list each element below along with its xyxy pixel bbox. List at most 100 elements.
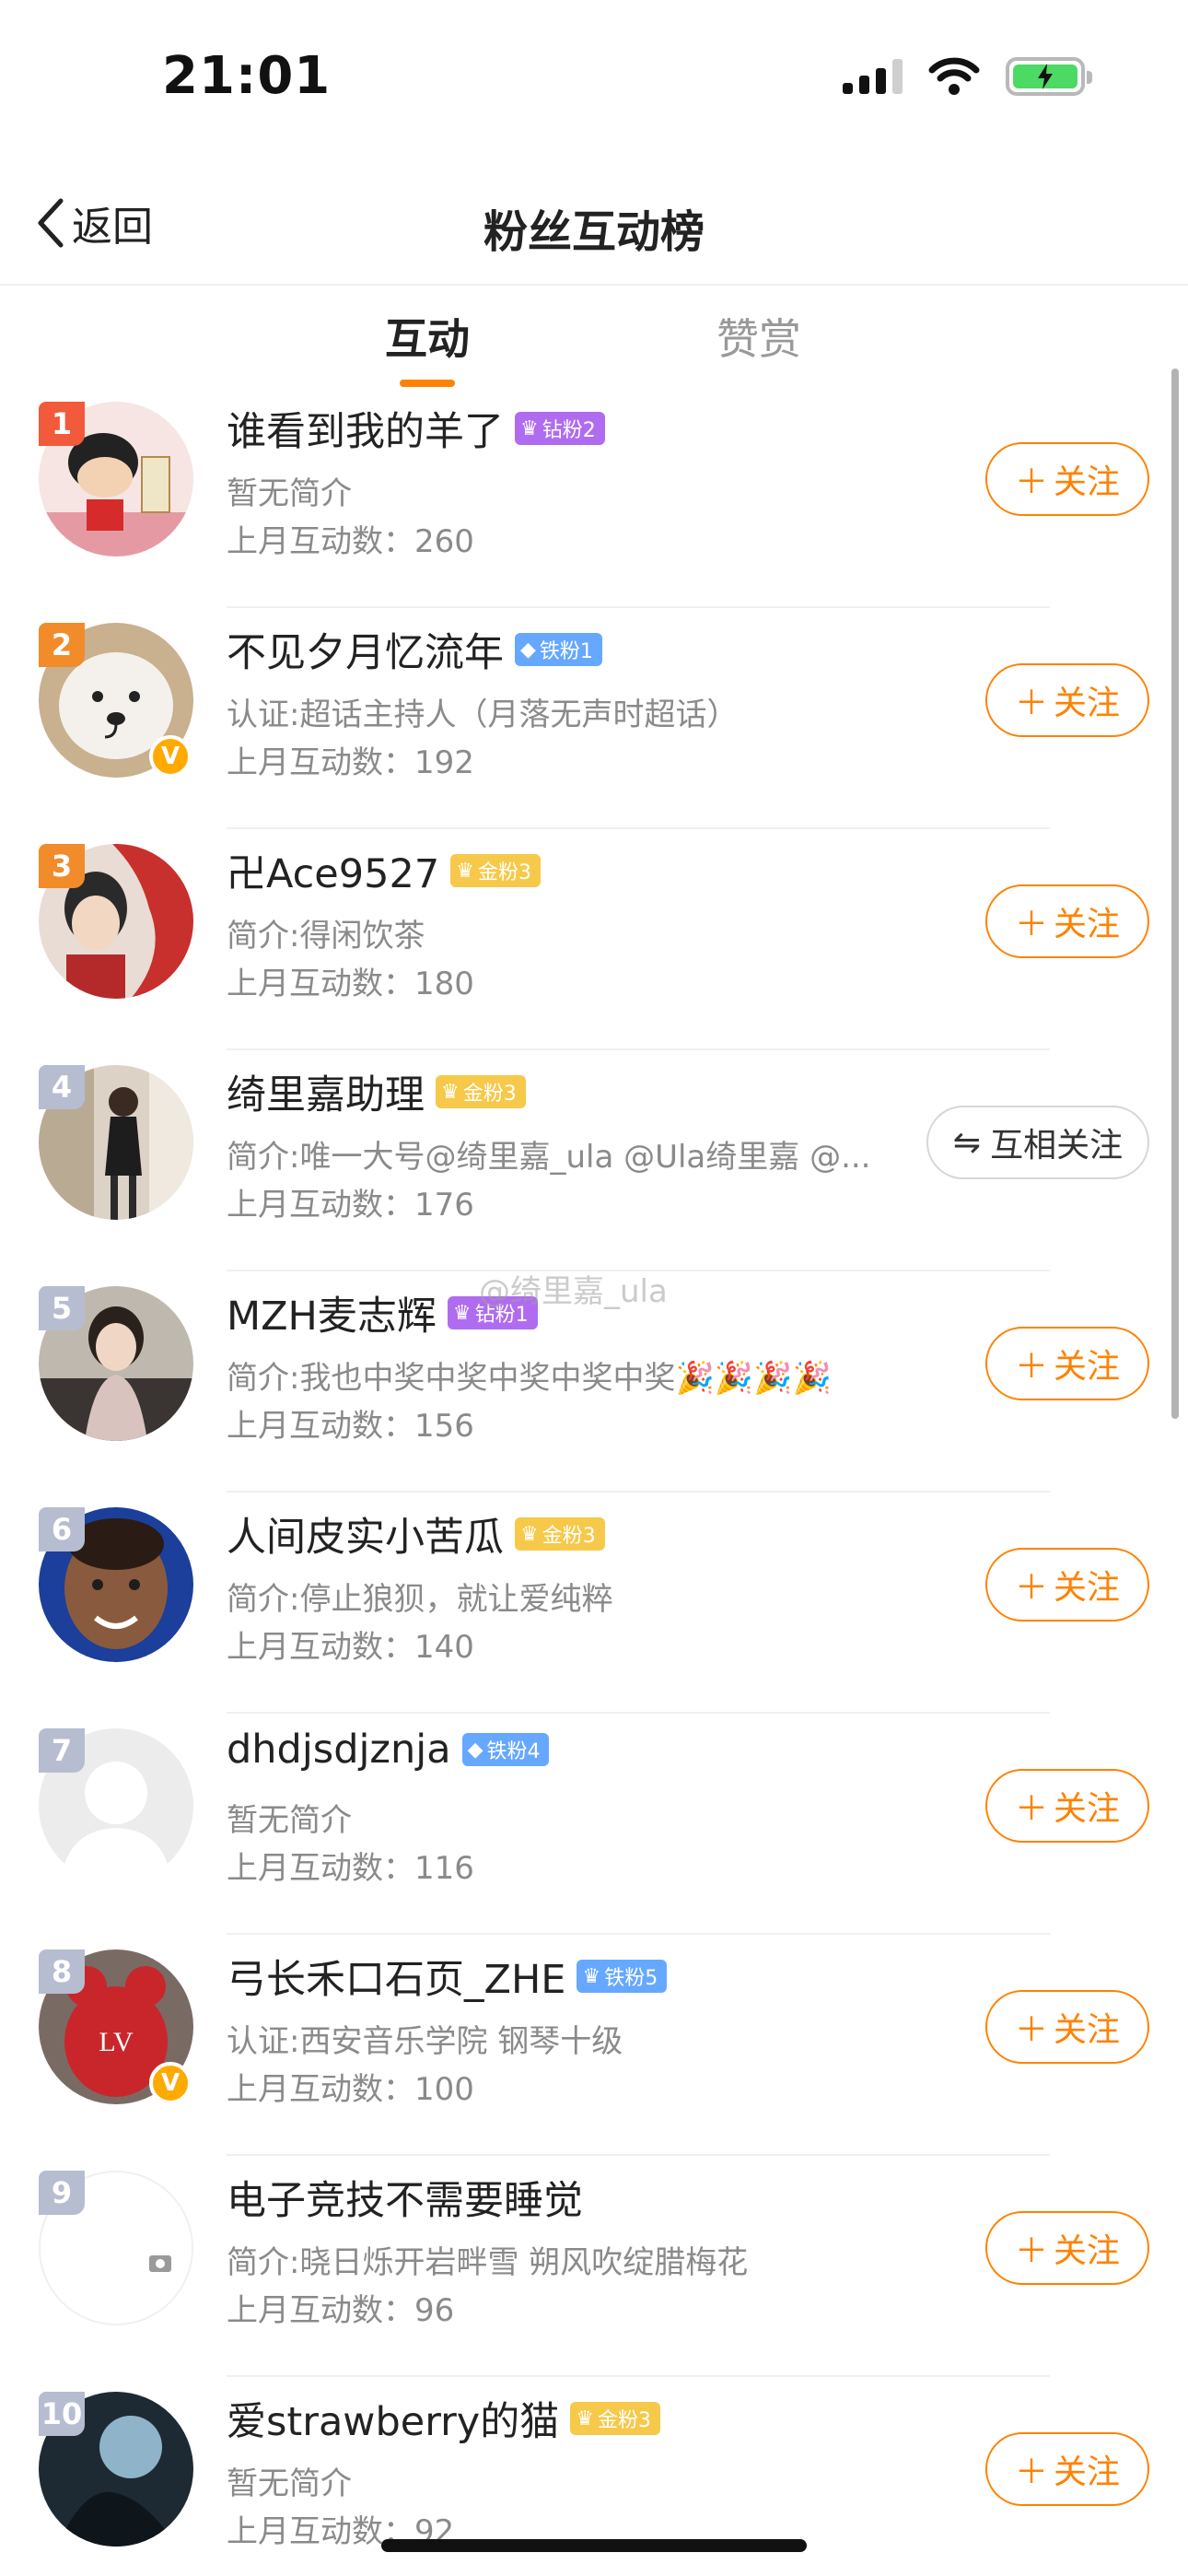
fan-level-badge: ♛ 铁粉5 <box>577 1960 668 1993</box>
list-item[interactable]: 9 电子竞技不需要睡觉 简介:晓日烁开岩畔雪 朔风吹绽腊梅花 上月互动数：96 … <box>0 2156 1188 2377</box>
list-item[interactable]: LV 8 V 弓长禾口石页_ZHE ♛ 铁粉5 认证:西安音乐学院 钢琴十级 上… <box>0 1935 1188 2156</box>
watermark: @绮里嘉_ula <box>479 1273 668 1310</box>
follow-button[interactable]: ＋ 关注 <box>985 663 1149 737</box>
user-name[interactable]: 人间皮实小苦瓜 <box>227 1505 504 1563</box>
crown-icon: ♛ <box>441 1080 460 1104</box>
user-name[interactable]: 弓长禾口石页_ZHE <box>227 1948 565 2005</box>
rank-badge: 10 <box>39 2392 85 2436</box>
rank-badge: 8 <box>39 1950 85 1994</box>
interaction-count: 上月互动数：260 <box>227 523 474 560</box>
follow-button[interactable]: ＋ 关注 <box>985 442 1149 516</box>
plus-icon: ＋ <box>1014 2011 1048 2049</box>
rank-badge: 2 <box>39 623 85 667</box>
user-bio: 简介:停止狼狈，就让爱纯粹 <box>227 1581 613 1618</box>
rank-badge: 1 <box>39 402 85 446</box>
interaction-count: 上月互动数：176 <box>227 1187 474 1224</box>
user-name[interactable]: 绮里嘉助理 <box>227 1063 425 1120</box>
tab-reward[interactable]: 赞赏 <box>716 306 801 367</box>
plus-icon: ＋ <box>1014 463 1048 501</box>
fan-level-badge: ♛ 金粉3 <box>436 1075 526 1108</box>
page-title: 粉丝互动榜 <box>483 206 705 258</box>
user-name[interactable]: 爱strawberry的猫 <box>227 2390 559 2447</box>
verified-icon: V <box>149 735 192 778</box>
mutual-follow-button[interactable]: ⇋ 互相关注 <box>926 1106 1149 1179</box>
wifi-icon <box>928 57 980 95</box>
cellular-signal-icon <box>843 59 903 94</box>
user-name[interactable]: 不见夕月忆流年 <box>227 621 504 678</box>
plus-icon: ＋ <box>1014 1790 1048 1828</box>
plus-icon: ＋ <box>1014 2232 1048 2270</box>
fan-level-badge: ♛ 金粉3 <box>570 2402 660 2435</box>
diamond-icon: ◆ <box>467 1738 483 1762</box>
follow-button[interactable]: ＋ 关注 <box>985 884 1149 958</box>
fan-level-badge: ♛ 钻粉2 <box>515 412 605 445</box>
fan-level-badge: ◆ 铁粉1 <box>515 633 602 666</box>
status-bar: 21:01 <box>0 0 1188 157</box>
tab-indicator <box>400 380 455 387</box>
plus-icon: ＋ <box>1014 685 1048 722</box>
interaction-count: 上月互动数：116 <box>227 1850 474 1887</box>
rank-badge: 7 <box>39 1728 85 1773</box>
status-time: 21:01 <box>162 46 332 106</box>
crown-icon: ♛ <box>520 416 539 440</box>
user-name[interactable]: dhdjsdjznja <box>227 1727 451 1773</box>
list-item[interactable]: 4 绮里嘉助理 ♛ 金粉3 简介:唯一大号@绮里嘉_ula @Ula绮里嘉 @.… <box>0 1050 1188 1271</box>
rank-badge: 5 <box>39 1286 85 1330</box>
user-bio: 暂无简介 <box>227 1802 352 1839</box>
rank-badge: 6 <box>39 1507 85 1551</box>
rank-badge: 9 <box>39 2171 85 2215</box>
crown-icon: ♛ <box>576 2406 594 2430</box>
follow-button[interactable]: ＋ 关注 <box>985 2211 1149 2285</box>
user-name[interactable]: 卍Ace9527 <box>227 842 439 899</box>
list-item[interactable]: 6 人间皮实小苦瓜 ♛ 金粉3 简介:停止狼狈，就让爱纯粹 上月互动数：140 … <box>0 1493 1188 1714</box>
interaction-count: 上月互动数：96 <box>227 2292 455 2329</box>
follow-button[interactable]: ＋ 关注 <box>985 1327 1149 1400</box>
fan-level-badge: ◆ 铁粉4 <box>461 1733 550 1766</box>
interaction-count: 上月互动数：156 <box>227 1408 474 1445</box>
list-item[interactable]: 1 谁看到我的羊了 ♛ 钻粉2 暂无简介 上月互动数：260 ＋ 关注 <box>0 387 1188 608</box>
user-name[interactable]: 谁看到我的羊了 <box>227 400 504 457</box>
follow-button[interactable]: ＋ 关注 <box>985 1990 1149 2064</box>
user-bio: 暂无简介 <box>227 2465 352 2502</box>
user-bio: 认证:超话主持人（月落无声时超话） <box>227 697 739 733</box>
tab-interaction[interactable]: 互动 <box>385 306 470 367</box>
user-bio: 简介:唯一大号@绮里嘉_ula @Ula绮里嘉 @... <box>227 1139 871 1176</box>
verified-icon: V <box>149 2062 192 2104</box>
interaction-count: 上月互动数：140 <box>227 1629 474 1666</box>
user-name[interactable]: 电子竞技不需要睡觉 <box>227 2169 583 2226</box>
list-item[interactable]: 3 卍Ace9527 ♛ 金粉3 简介:得闲饮茶 上月互动数：180 ＋ 关注 <box>0 829 1188 1050</box>
status-icons <box>843 57 1092 96</box>
list-item[interactable]: 7 dhdjsdjznja ◆ 铁粉4 暂无简介 上月互动数：116 ＋ 关注 <box>0 1714 1188 1935</box>
crown-icon: ♛ <box>456 859 474 883</box>
tab-bar: 互动 赞赏 <box>0 287 1188 389</box>
crown-icon: ♛ <box>452 1301 472 1325</box>
interaction-count: 上月互动数：100 <box>227 2071 474 2108</box>
user-name[interactable]: MZH麦志辉 <box>227 1284 437 1341</box>
user-bio: 暂无简介 <box>227 475 352 512</box>
rank-badge: 4 <box>39 1065 85 1109</box>
plus-icon: ＋ <box>1014 1348 1048 1386</box>
plus-icon: ＋ <box>1014 906 1048 943</box>
user-bio: 认证:西安音乐学院 钢琴十级 <box>227 2023 623 2060</box>
mutual-arrows-icon: ⇋ <box>952 1123 982 1162</box>
home-indicator[interactable] <box>381 2539 807 2552</box>
fan-interaction-page: 21:01 返回 粉丝互动榜 互动 赞赏 1 谁看到我的羊了 ♛ 钻粉2 暂无简… <box>0 0 1188 2576</box>
rank-badge: 3 <box>39 844 85 888</box>
follow-button[interactable]: ＋ 关注 <box>985 1548 1149 1622</box>
user-bio: 简介:我也中奖中奖中奖中奖中奖🎉🎉🎉🎉 <box>227 1360 832 1397</box>
camera-icon <box>149 2255 171 2272</box>
follow-button[interactable]: ＋ 关注 <box>985 1769 1149 1843</box>
plus-icon: ＋ <box>1014 2453 1048 2491</box>
list-item[interactable]: 2 V 不见夕月忆流年 ◆ 铁粉1 认证:超话主持人（月落无声时超话） 上月互动… <box>0 608 1188 829</box>
follow-button[interactable]: ＋ 关注 <box>985 2432 1149 2506</box>
svg-text:LV: LV <box>99 2027 134 2057</box>
user-bio: 简介:得闲饮茶 <box>227 918 425 954</box>
crown-icon: ♛ <box>520 1522 539 1546</box>
diamond-icon: ◆ <box>520 638 536 662</box>
fan-list: 1 谁看到我的羊了 ♛ 钻粉2 暂无简介 上月互动数：260 ＋ 关注 2 V … <box>0 387 1188 2576</box>
plus-icon: ＋ <box>1014 1569 1048 1607</box>
fan-level-badge: ♛ 金粉3 <box>450 854 541 887</box>
user-bio: 简介:晓日烁开岩畔雪 朔风吹绽腊梅花 <box>227 2244 749 2281</box>
crown-icon: ♛ <box>582 1964 601 1988</box>
fan-level-badge: ♛ 金粉3 <box>515 1517 605 1551</box>
